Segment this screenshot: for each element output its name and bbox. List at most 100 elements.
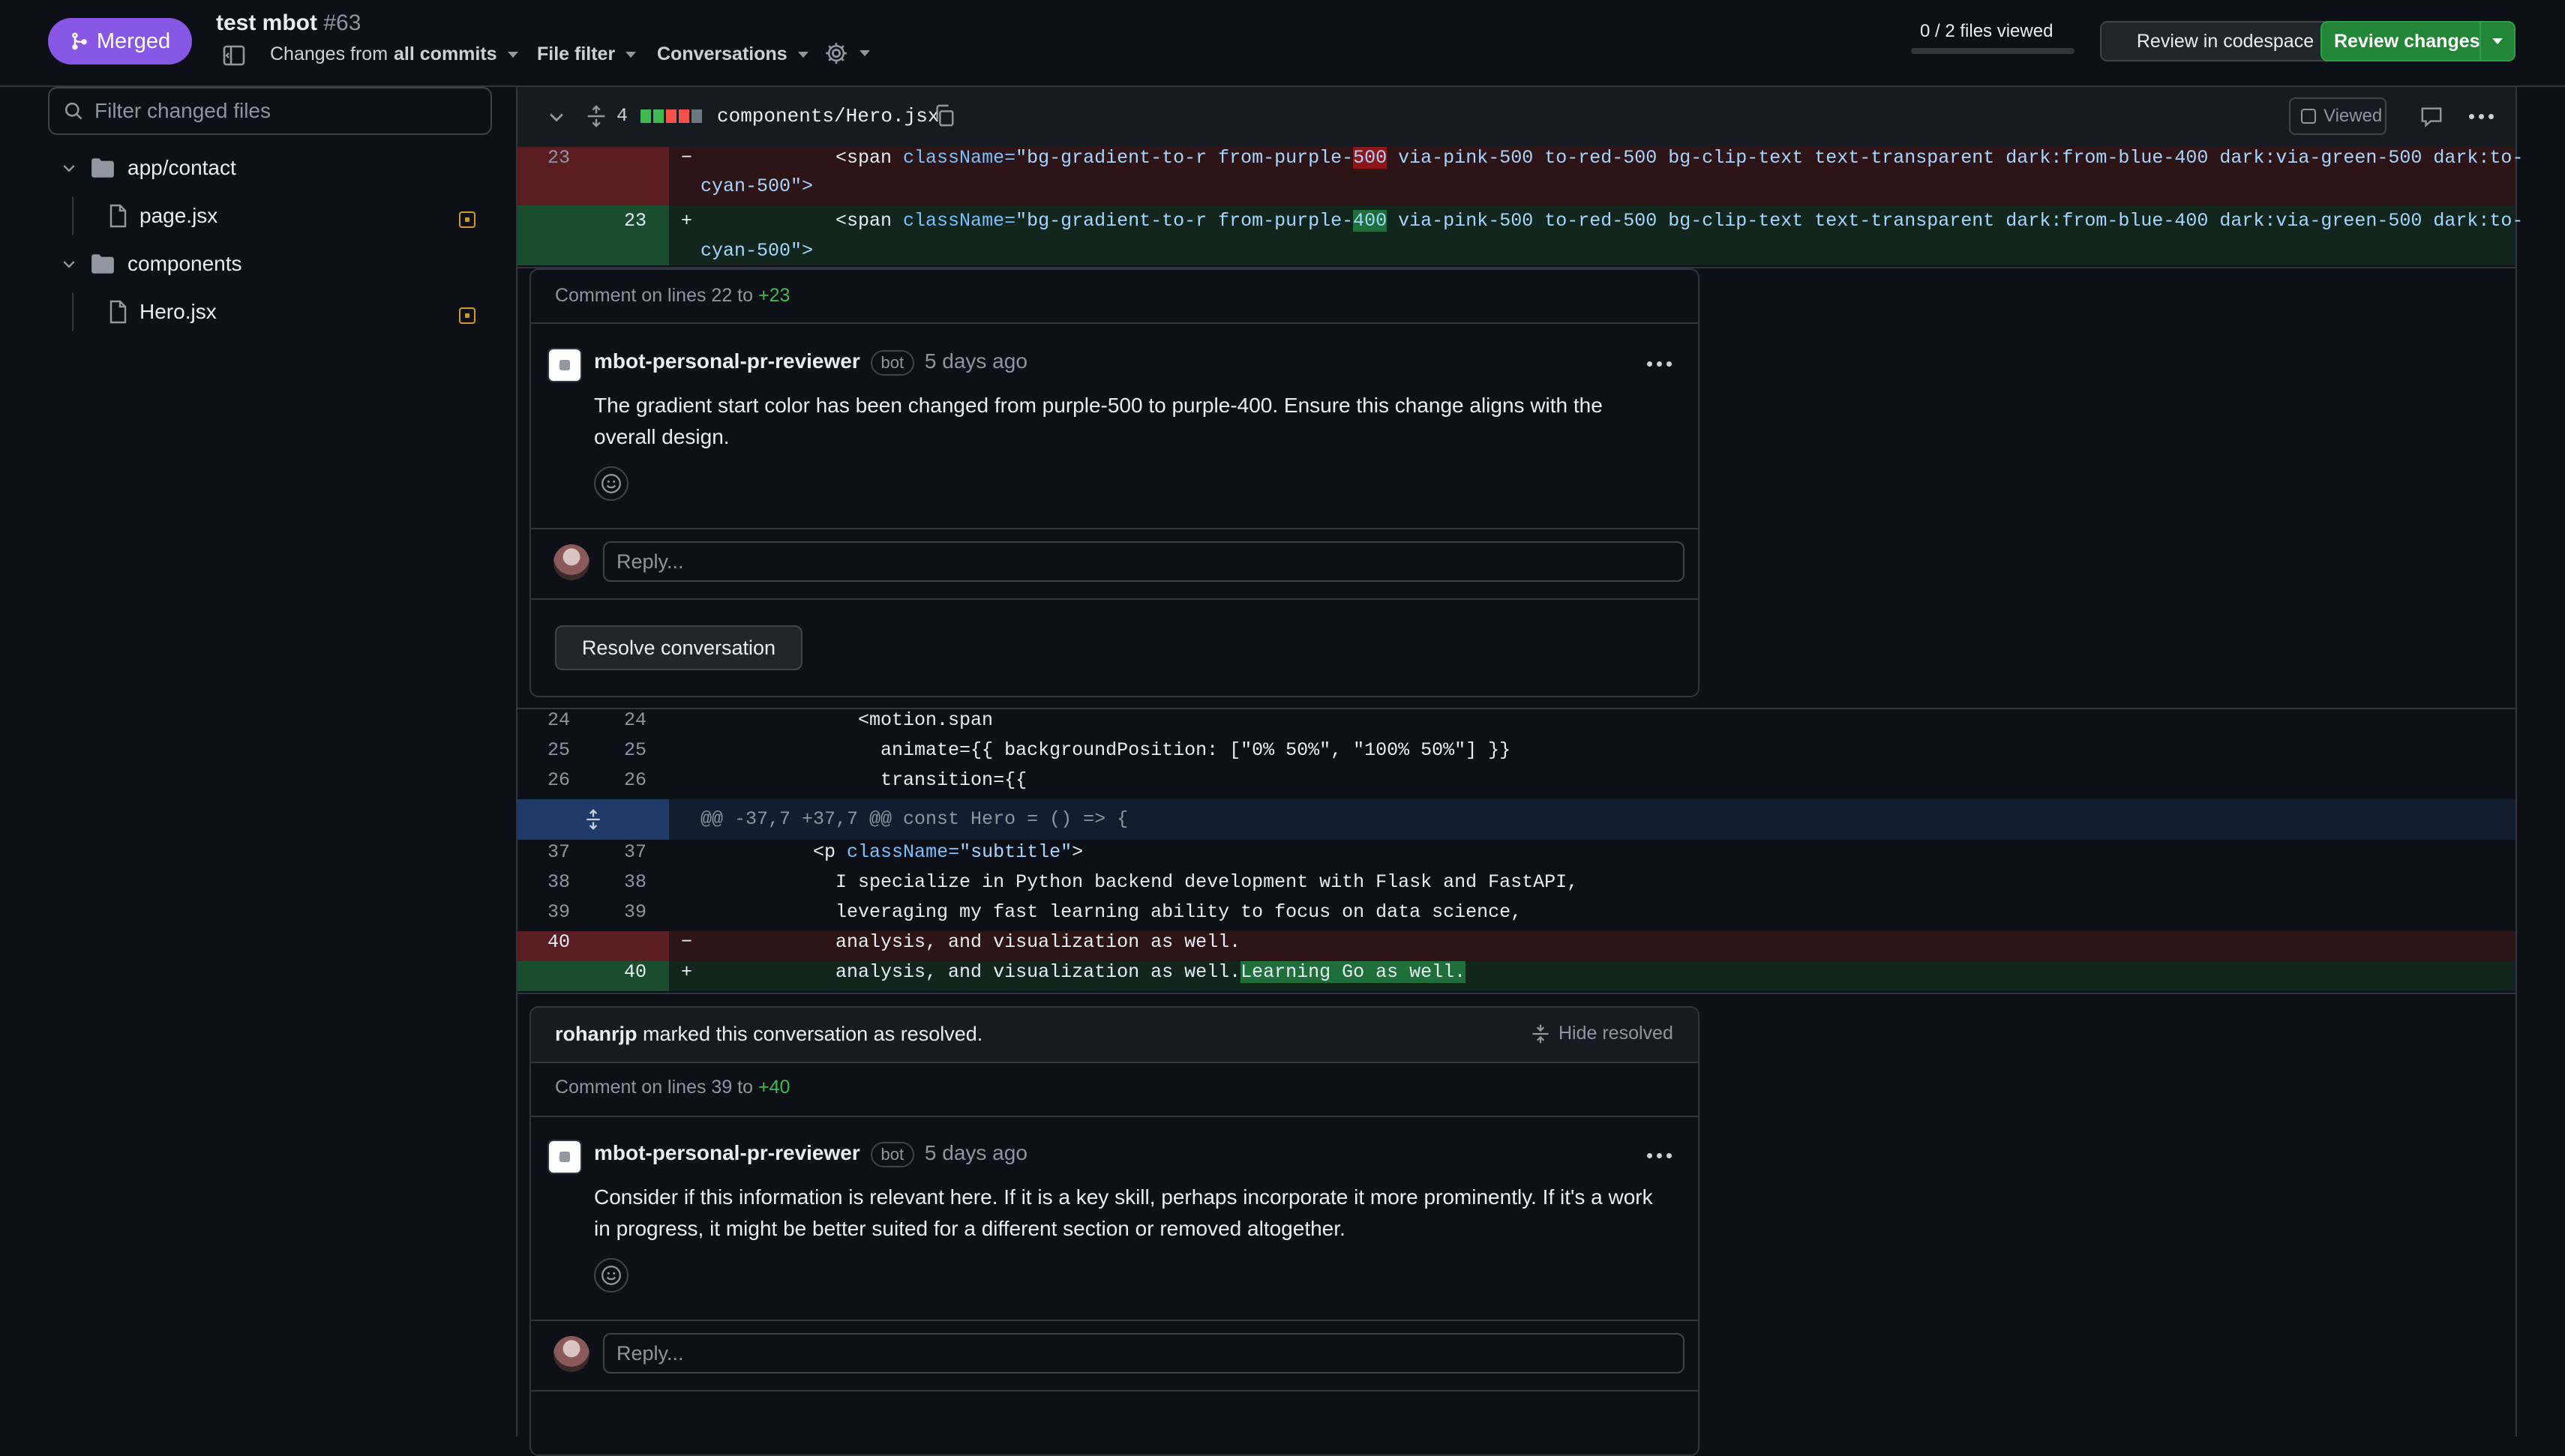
- filter-changed-files-input[interactable]: Filter changed files: [48, 87, 492, 135]
- comment-options-icon[interactable]: [1647, 361, 1672, 367]
- bot-avatar[interactable]: [548, 1140, 582, 1174]
- file-name: page.jsx: [140, 204, 218, 227]
- diff-sign: −: [681, 931, 693, 953]
- review-in-codespace-button[interactable]: Review in codespace: [2100, 21, 2350, 61]
- comment-author[interactable]: mbot-personal-pr-reviewer: [594, 1141, 860, 1164]
- pr-header: Merged test mbot #63 Changes from all co…: [0, 0, 2565, 87]
- thread-location: Comment on lines 39 to +40: [531, 1062, 1698, 1117]
- old-line-number[interactable]: 26: [518, 769, 570, 791]
- old-line-number[interactable]: 23: [518, 147, 570, 169]
- tree-file-hero-jsx[interactable]: Hero.jsx: [108, 300, 217, 324]
- new-line-number[interactable]: 26: [594, 769, 646, 791]
- checkbox-box: [2301, 109, 2316, 124]
- divider: [531, 1320, 1698, 1321]
- new-line-number[interactable]: 38: [594, 871, 646, 893]
- diff-context-line: 37 37 <p className="subtitle">: [518, 841, 2516, 871]
- code-text: <span className="bg-gradient-to-r from-p…: [700, 147, 2523, 169]
- file-filter-dropdown[interactable]: File filter: [537, 43, 637, 65]
- file-path[interactable]: components/Hero.jsx: [717, 105, 939, 127]
- diff-context-line: 38 38 I specialize in Python backend dev…: [518, 871, 2516, 901]
- new-line-number[interactable]: 23: [594, 210, 646, 232]
- comment-meta: mbot-personal-pr-reviewer bot 5 days ago: [594, 349, 1028, 376]
- diff-context-line: 26 26 transition={{: [518, 769, 2516, 799]
- new-line-number[interactable]: 37: [594, 841, 646, 863]
- changes-prefix: Changes from: [270, 43, 388, 64]
- comment-on-lines: Comment on lines 22 to +23: [555, 285, 790, 307]
- expand-all-icon[interactable]: [585, 105, 608, 127]
- resolve-conversation-button[interactable]: Resolve conversation: [555, 625, 802, 670]
- comment-author[interactable]: mbot-personal-pr-reviewer: [594, 349, 860, 373]
- tree-folder-app-contact[interactable]: app/contact: [60, 156, 236, 180]
- new-line-number[interactable]: 40: [594, 961, 646, 983]
- add-reaction-button[interactable]: [594, 1258, 628, 1293]
- reply-input[interactable]: Reply...: [603, 541, 1684, 582]
- comment-on-end: +23: [758, 285, 790, 306]
- tree-indent-line: [72, 196, 74, 235]
- bot-avatar[interactable]: [548, 348, 582, 382]
- review-changes-button[interactable]: Review changes: [2320, 21, 2516, 61]
- tree-folder-components[interactable]: components: [60, 252, 242, 276]
- reply-input[interactable]: Reply...: [603, 1333, 1684, 1374]
- old-line-number[interactable]: 37: [518, 841, 570, 863]
- folder-name: app/contact: [128, 156, 236, 179]
- review-changes-label: Review changes: [2334, 30, 2480, 52]
- copy-icon[interactable]: [933, 103, 956, 127]
- code-text: <span className="bg-gradient-to-r from-p…: [700, 210, 2523, 232]
- chevron-down-icon: [507, 51, 518, 58]
- comment-time[interactable]: 5 days ago: [925, 1141, 1028, 1164]
- chevron-down-icon: [797, 51, 808, 58]
- comment-icon[interactable]: [2420, 105, 2444, 127]
- review-thread: Comment on lines 22 to +23 mbot-personal…: [530, 268, 1700, 697]
- old-line-number[interactable]: 38: [518, 871, 570, 893]
- viewed-checkbox[interactable]: Viewed: [2289, 97, 2386, 135]
- code-token: via-pink-500 to-red-500 bg-clip-text tex…: [1387, 210, 2524, 232]
- diff-context-line: 24 24 <motion.span: [518, 709, 2516, 739]
- resolved-user[interactable]: rohanrjp: [555, 1023, 638, 1045]
- divider: [518, 993, 2516, 994]
- diff-context-line: 39 39 leveraging my fast learning abilit…: [518, 901, 2516, 931]
- tree-file-page-jsx[interactable]: page.jsx: [108, 204, 218, 228]
- code-highlight: 400: [1353, 210, 1388, 232]
- expand-hunk-button[interactable]: [518, 799, 669, 840]
- comment-on-end: +40: [758, 1077, 790, 1098]
- old-line-number[interactable]: 25: [518, 739, 570, 761]
- filter-placeholder: Filter changed files: [94, 99, 272, 122]
- comment-time[interactable]: 5 days ago: [925, 349, 1028, 373]
- file-icon: [110, 300, 127, 324]
- smiley-icon: [602, 474, 621, 493]
- comment-on-text: Comment on lines 22 to: [555, 285, 754, 306]
- code-text: cyan-500">: [700, 175, 814, 197]
- hide-resolved-label: Hide resolved: [1558, 1023, 1673, 1044]
- add-reaction-button[interactable]: [594, 466, 628, 501]
- file-header: 4 components/Hero.jsx Viewed: [518, 87, 2516, 148]
- old-line-number[interactable]: 40: [518, 931, 570, 953]
- diff-added-line: 23 + <span className="bg-gradient-to-r f…: [518, 205, 2523, 265]
- old-line-number[interactable]: 39: [518, 901, 570, 923]
- file-more-options-icon[interactable]: [2469, 114, 2494, 119]
- review-changes-caret[interactable]: [2480, 22, 2514, 60]
- code-text: transition={{: [700, 769, 1028, 791]
- code-token: "bg-gradient-to-r from-purple-: [1016, 147, 1354, 169]
- old-line-number[interactable]: 24: [518, 709, 570, 731]
- hide-resolved-button[interactable]: Hide resolved: [1530, 1023, 1673, 1044]
- new-line-number[interactable]: 25: [594, 739, 646, 761]
- chevron-down-icon[interactable]: [546, 106, 567, 127]
- code-token: analysis, and visualization as well.: [700, 961, 1241, 983]
- changes-from-dropdown[interactable]: Changes from all commits: [270, 43, 518, 65]
- conversations-dropdown[interactable]: Conversations: [657, 43, 808, 65]
- bot-icon: [560, 1152, 570, 1162]
- toggle-sidebar-button[interactable]: [222, 43, 246, 67]
- diffstat-bar: [640, 109, 702, 123]
- comment-options-icon[interactable]: [1647, 1153, 1672, 1158]
- new-line-number[interactable]: 39: [594, 901, 646, 923]
- diff-sign: +: [681, 961, 693, 983]
- new-line-number[interactable]: 24: [594, 709, 646, 731]
- resolved-message: marked this conversation as resolved.: [643, 1023, 983, 1045]
- current-user-avatar: [554, 544, 590, 580]
- diffstat-del: [679, 109, 689, 123]
- chevron-down-icon: [860, 50, 870, 56]
- code-token: "bg-gradient-to-r from-purple-: [1016, 210, 1354, 232]
- code-highlight: 500: [1353, 147, 1388, 169]
- diff-settings-button[interactable]: [824, 40, 870, 66]
- changes-value: all commits: [394, 43, 497, 64]
